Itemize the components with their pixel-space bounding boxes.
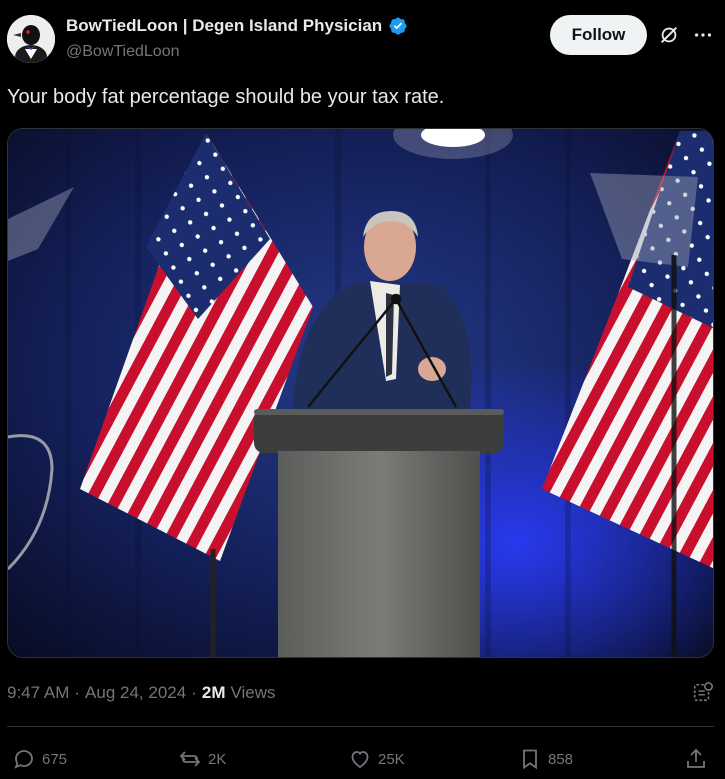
podium (254, 409, 504, 657)
views-count: 2M (201, 683, 226, 702)
heart-icon (351, 751, 369, 769)
like-button[interactable]: 25K (348, 747, 405, 771)
meta-separator: · (74, 683, 81, 702)
action-bar: 675 2K 25K 858 (0, 740, 725, 776)
share-icon (687, 748, 705, 768)
verified-badge-icon (389, 17, 407, 35)
reply-count: 675 (42, 750, 68, 768)
loon-avatar-icon (7, 15, 55, 63)
reply-button[interactable]: 675 (12, 747, 67, 771)
repost-button[interactable]: 2K (178, 747, 226, 771)
more-icon[interactable] (692, 24, 714, 46)
tweet-meta: 9:47 AM · Aug 24, 2024 · 2M Views (7, 683, 276, 703)
tweet-time[interactable]: 9:47 AM (7, 683, 69, 703)
divider (7, 726, 714, 727)
reply-icon (14, 750, 33, 769)
share-button[interactable] (684, 747, 708, 771)
podium-speaker-photo (8, 129, 713, 657)
repost-icon (179, 751, 201, 767)
views-label: Views (230, 683, 276, 702)
grok-icon[interactable] (658, 24, 680, 46)
bookmark-count: 858 (548, 750, 574, 768)
author-name[interactable]: BowTiedLoon | Degen Island Physician (66, 16, 382, 36)
bookmark-button[interactable]: 858 (518, 747, 573, 771)
author-handle[interactable]: @BowTiedLoon (66, 43, 180, 61)
avatar[interactable] (7, 15, 55, 63)
tweet-photo[interactable] (7, 128, 714, 658)
like-count: 25K (378, 750, 405, 768)
tweet-header: BowTiedLoon | Degen Island Physician @Bo… (0, 0, 725, 70)
repost-count: 2K (208, 750, 227, 768)
tweet-date[interactable]: Aug 24, 2024 (85, 683, 186, 703)
meta-separator: · (191, 683, 197, 702)
bookmark-icon (523, 749, 537, 770)
follow-button[interactable]: Follow (550, 15, 647, 55)
post-analytics-icon[interactable] (692, 681, 714, 703)
tweet-text: Your body fat percentage should be your … (7, 86, 445, 108)
